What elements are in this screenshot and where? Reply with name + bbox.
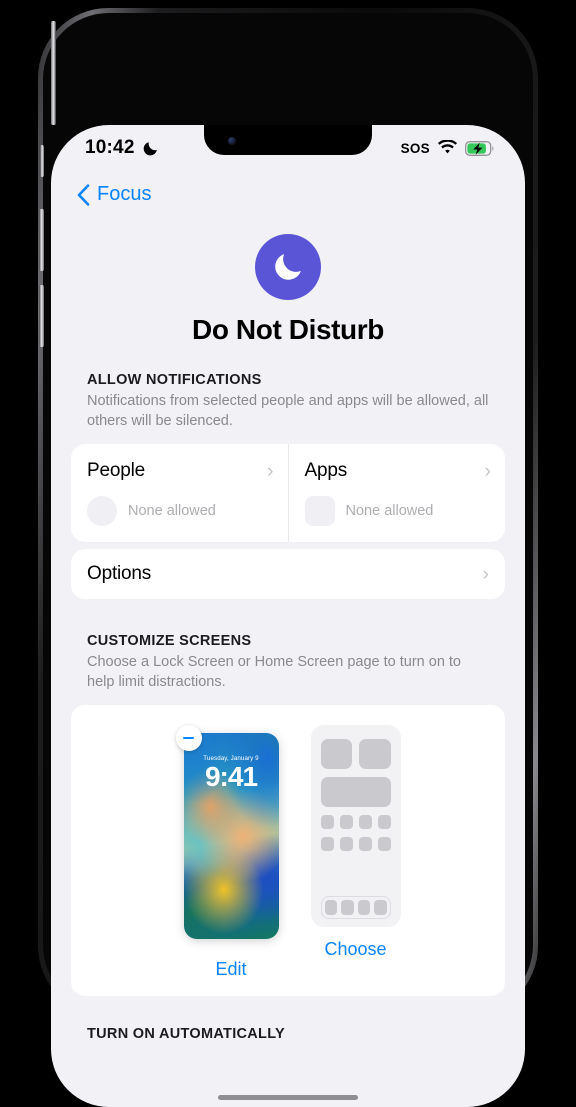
- home-app-icon: [358, 815, 372, 829]
- lock-screen-time: 9:41: [204, 761, 258, 792]
- home-widget: [359, 739, 391, 769]
- dock-app-icon: [341, 900, 354, 915]
- home-widget: [320, 739, 352, 769]
- phone-screen: 10:42 SOS Focus Do Not Disturb ALLOW NOT…: [51, 125, 525, 1107]
- home-app-icon: [358, 837, 372, 851]
- status-time: 10:42: [85, 137, 135, 158]
- choose-button[interactable]: Choose: [324, 939, 386, 960]
- apps-label: Apps: [304, 460, 348, 481]
- device-frame: 10:42 SOS Focus Do Not Disturb ALLOW NOT…: [38, 8, 538, 1107]
- chevron-right-icon: ›: [484, 460, 491, 482]
- status-bar-left: 10:42: [85, 137, 159, 159]
- nav-bar: Focus: [51, 171, 525, 212]
- home-icon-row: [320, 837, 391, 851]
- turn-on-automatically-section: TURN ON AUTOMATICALLY: [71, 1026, 505, 1042]
- wifi-icon: [437, 140, 458, 154]
- lock-screen-column: Tuesday, January 9 9:41 Edit: [175, 725, 287, 980]
- home-wide-widget: [320, 777, 391, 807]
- apps-cell-top: Apps ›: [305, 460, 492, 482]
- crescent-moon-icon: [143, 141, 157, 155]
- dock-app-icon: [357, 900, 370, 915]
- people-cell[interactable]: People › None allowed: [71, 444, 288, 542]
- home-app-icon: [377, 837, 391, 851]
- people-placeholder-avatar: [87, 496, 117, 526]
- home-screen-column: Choose: [310, 725, 401, 980]
- home-app-icon: [339, 837, 353, 851]
- volume-down-button[interactable]: [39, 285, 44, 347]
- status-bar-right: SOS: [401, 140, 495, 156]
- customize-screens-section: CUSTOMIZE SCREENS Choose a Lock Screen o…: [71, 633, 505, 996]
- home-screen-preview[interactable]: [310, 725, 401, 927]
- home-app-icon: [377, 815, 391, 829]
- section-description: Choose a Lock Screen or Home Screen page…: [87, 654, 461, 690]
- allow-notifications-header: ALLOW NOTIFICATIONS Notifications from s…: [71, 372, 505, 435]
- battery-charging-icon: [465, 140, 494, 156]
- people-cell-bottom: None allowed: [87, 496, 274, 526]
- status-bar: 10:42 SOS: [51, 125, 525, 171]
- home-dock: [320, 896, 391, 919]
- home-app-icon: [339, 815, 353, 829]
- device-body: 10:42 SOS Focus Do Not Disturb ALLOW NOT…: [39, 13, 533, 1107]
- dock-app-icon: [324, 900, 337, 915]
- home-app-icon: [320, 837, 334, 851]
- volume-up-button[interactable]: [39, 209, 44, 271]
- back-button[interactable]: Focus: [77, 183, 151, 206]
- home-icon-row: [320, 815, 391, 829]
- people-label: People: [87, 460, 145, 481]
- screens-row: Tuesday, January 9 9:41 Edit Choose: [71, 725, 505, 980]
- section-title: TURN ON AUTOMATICALLY: [87, 1026, 286, 1042]
- home-widget-row: [320, 739, 391, 769]
- options-row[interactable]: Options ›: [71, 549, 505, 599]
- people-value: None allowed: [128, 503, 216, 519]
- apps-cell[interactable]: Apps › None allowed: [287, 444, 506, 542]
- home-app-icon: [320, 815, 334, 829]
- page-title: Do Not Disturb: [192, 314, 384, 345]
- minus-circle-icon[interactable]: [175, 725, 202, 751]
- lock-screen-preview-wrap[interactable]: Tuesday, January 9 9:41: [175, 725, 287, 947]
- people-cell-top: People ›: [87, 460, 274, 482]
- customize-screens-header: CUSTOMIZE SCREENS Choose a Lock Screen o…: [71, 633, 505, 696]
- home-indicator[interactable]: [218, 1095, 358, 1100]
- focus-moon-icon: [255, 234, 321, 300]
- chevron-right-icon: ›: [482, 563, 489, 585]
- back-button-label: Focus: [97, 183, 152, 205]
- lock-screen-preview[interactable]: Tuesday, January 9 9:41: [183, 733, 279, 939]
- dock-app-icon: [374, 900, 387, 915]
- customize-screens-card: Tuesday, January 9 9:41 Edit Choose: [71, 705, 505, 996]
- sos-indicator: SOS: [400, 140, 430, 156]
- power-button[interactable]: [51, 21, 56, 125]
- options-label: Options: [87, 563, 152, 584]
- crescent-moon-glyph-icon: [275, 254, 301, 280]
- edit-button[interactable]: Edit: [215, 959, 246, 980]
- allow-notifications-card: People › None allowed Apps › None allowe…: [71, 444, 505, 542]
- apps-placeholder-icon: [304, 496, 335, 526]
- chevron-right-icon: ›: [267, 460, 274, 482]
- silent-switch[interactable]: [40, 145, 44, 177]
- section-description: Notifications from selected people and a…: [87, 393, 489, 429]
- allow-notifications-section: ALLOW NOTIFICATIONS Notifications from s…: [71, 372, 505, 599]
- apps-value: None allowed: [345, 503, 434, 519]
- section-title: ALLOW NOTIFICATIONS: [87, 372, 262, 388]
- chevron-left-icon: [77, 183, 90, 206]
- settings-content: Do Not Disturb ALLOW NOTIFICATIONS Notif…: [51, 212, 525, 1042]
- focus-header: Do Not Disturb: [71, 212, 505, 372]
- section-title: CUSTOMIZE SCREENS: [87, 633, 252, 649]
- apps-cell-bottom: None allowed: [304, 496, 492, 526]
